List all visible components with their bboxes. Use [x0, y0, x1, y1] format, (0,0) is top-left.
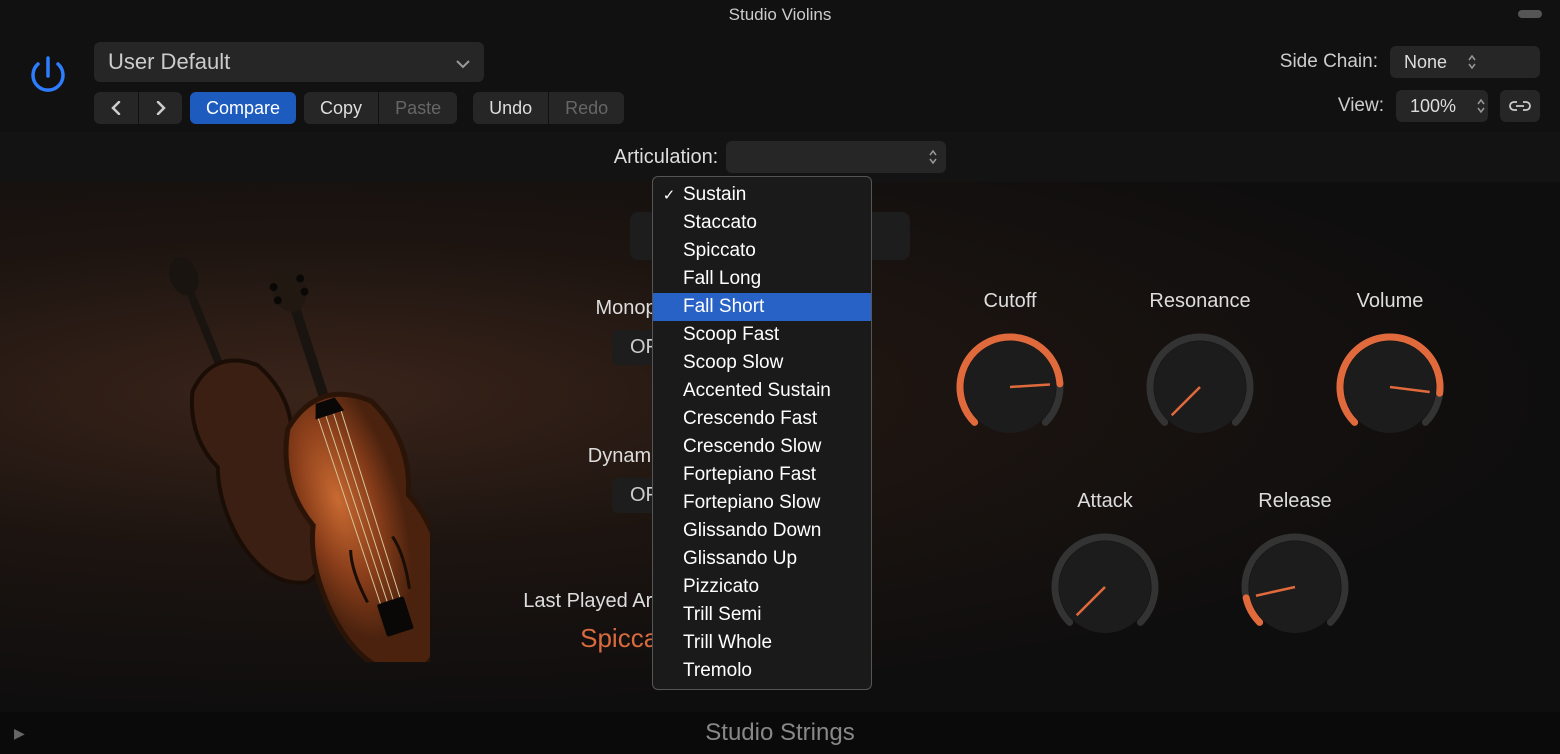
dropdown-item[interactable]: Tremolo: [653, 657, 871, 685]
attack-label: Attack: [1045, 490, 1165, 513]
dropdown-item[interactable]: Fortepiano Slow: [653, 489, 871, 517]
dropdown-item[interactable]: Trill Whole: [653, 629, 871, 657]
articulation-bar: Articulation:: [0, 132, 1560, 182]
view-label: View:: [1338, 95, 1384, 117]
resonance-label: Resonance: [1140, 290, 1260, 313]
cutoff-label: Cutoff: [950, 290, 1070, 313]
view-select[interactable]: 100%: [1396, 90, 1488, 122]
dropdown-item[interactable]: Scoop Slow: [653, 349, 871, 377]
link-button[interactable]: [1500, 90, 1540, 122]
cutoff-knob[interactable]: Cutoff: [950, 290, 1070, 447]
dropdown-item[interactable]: ✓Sustain: [653, 181, 871, 209]
dropdown-item[interactable]: Scoop Fast: [653, 321, 871, 349]
updown-icon: [1467, 54, 1477, 70]
sidechain-select[interactable]: None: [1390, 46, 1540, 78]
dropdown-item[interactable]: Accented Sustain: [653, 377, 871, 405]
sidechain-label: Side Chain:: [1280, 51, 1378, 73]
articulation-select[interactable]: [726, 141, 946, 173]
sidechain-value: None: [1404, 52, 1447, 73]
compare-button[interactable]: Compare: [190, 92, 296, 124]
dropdown-item[interactable]: Trill Semi: [653, 601, 871, 629]
volume-label: Volume: [1330, 290, 1450, 313]
undo-button[interactable]: Undo: [473, 92, 548, 124]
articulation-dropdown[interactable]: ✓SustainStaccatoSpiccatoFall LongFall Sh…: [652, 176, 872, 690]
chevron-down-icon: [456, 49, 470, 75]
volume-knob[interactable]: Volume: [1330, 290, 1450, 447]
footer: ▶ Studio Strings: [0, 712, 1560, 754]
dropdown-item[interactable]: Glissando Up: [653, 545, 871, 573]
release-label: Release: [1235, 490, 1355, 513]
dropdown-item[interactable]: Glissando Down: [653, 517, 871, 545]
preset-name: User Default: [108, 49, 230, 75]
updown-icon: [1476, 98, 1486, 114]
dropdown-item[interactable]: Fortepiano Fast: [653, 461, 871, 489]
disclosure-icon[interactable]: ▶: [14, 725, 25, 742]
copy-button[interactable]: Copy: [304, 92, 378, 124]
window-title: Studio Violins: [729, 5, 832, 25]
dropdown-item[interactable]: Staccato: [653, 209, 871, 237]
window-pill: [1518, 10, 1542, 18]
dropdown-item[interactable]: Pizzicato: [653, 573, 871, 601]
power-icon[interactable]: [20, 48, 76, 104]
dropdown-item[interactable]: Fall Short: [653, 293, 871, 321]
preset-select[interactable]: User Default: [94, 42, 484, 82]
dropdown-item[interactable]: Spiccato: [653, 237, 871, 265]
next-preset-button[interactable]: [138, 92, 182, 124]
attack-knob[interactable]: Attack: [1045, 490, 1165, 647]
release-knob[interactable]: Release: [1235, 490, 1355, 647]
view-value: 100%: [1410, 96, 1456, 117]
prev-preset-button[interactable]: [94, 92, 138, 124]
toolbar: User Default Compare Copy Paste Undo: [0, 30, 1560, 132]
dropdown-item[interactable]: Crescendo Fast: [653, 405, 871, 433]
dropdown-item[interactable]: Crescendo Slow: [653, 433, 871, 461]
resonance-knob[interactable]: Resonance: [1140, 290, 1260, 447]
articulation-label: Articulation:: [614, 146, 719, 169]
titlebar: Studio Violins: [0, 0, 1560, 30]
footer-title: Studio Strings: [705, 719, 854, 747]
paste-button[interactable]: Paste: [378, 92, 457, 124]
instrument-image: [50, 242, 430, 662]
redo-button[interactable]: Redo: [548, 92, 624, 124]
dropdown-item[interactable]: Fall Long: [653, 265, 871, 293]
